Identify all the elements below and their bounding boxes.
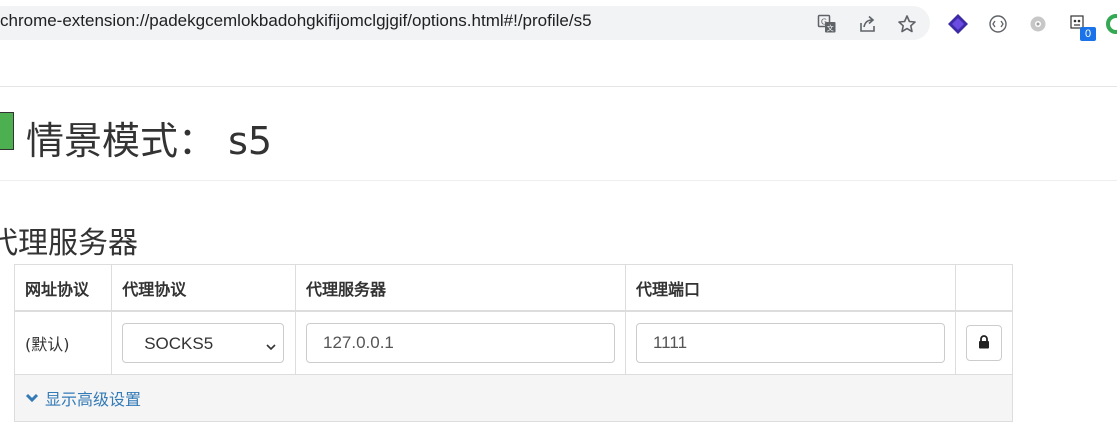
proxy-server-input[interactable]	[305, 323, 615, 363]
table-header-row: 网址协议 代理协议 代理服务器 代理端口	[13, 264, 1014, 312]
auth-lock-button[interactable]	[965, 325, 1002, 361]
protocol-select[interactable]: SOCKS5	[122, 323, 285, 363]
column-header-protocol: 代理协议	[111, 264, 296, 312]
protocol-select-value: SOCKS5	[144, 334, 214, 353]
extension-gear-icon[interactable]	[1026, 12, 1050, 36]
proxy-table: 网址协议 代理协议 代理服务器 代理端口 (默认) SOCKS5 127.0.0…	[13, 264, 1014, 422]
extension-circle-icon[interactable]	[986, 12, 1010, 36]
actions-cell	[954, 310, 1014, 375]
extension-green-icon[interactable]	[1104, 12, 1117, 36]
chevron-down-icon	[265, 338, 277, 357]
translate-icon[interactable]: G文	[815, 12, 839, 36]
page-title: 情景模式： s5	[26, 119, 273, 163]
lock-icon	[978, 334, 990, 353]
browser-toolbar: chrome-extension://padekgcemlokbadohgkif…	[0, 0, 1117, 48]
protocol-cell: SOCKS5	[111, 310, 296, 375]
share-icon[interactable]	[856, 12, 880, 36]
show-advanced-settings-link[interactable]: 显示高级设置	[25, 386, 141, 410]
advanced-settings-row: 显示高级设置	[14, 374, 1013, 422]
advanced-settings-cell: 显示高级设置	[14, 374, 1013, 422]
proxy-section-title: 代理服务器	[0, 226, 138, 261]
profile-color-swatch[interactable]	[0, 112, 14, 150]
proxy-port-input[interactable]	[635, 323, 945, 363]
chevron-down-icon	[25, 389, 39, 408]
column-header-server: 代理服务器	[294, 264, 626, 312]
svg-text:文: 文	[827, 24, 834, 33]
scheme-cell: (默认)	[13, 310, 113, 375]
column-header-port: 代理端口	[624, 264, 956, 312]
address-url[interactable]: chrome-extension://padekgcemlokbadohgkif…	[0, 11, 592, 31]
extension-purple-icon[interactable]	[946, 12, 970, 36]
column-header-actions	[954, 264, 1014, 312]
bookmark-star-icon[interactable]	[895, 12, 919, 36]
extension-badge: 0	[1080, 27, 1096, 41]
column-header-scheme: 网址协议	[13, 264, 113, 312]
table-row: (默认) SOCKS5	[13, 310, 1014, 375]
port-cell	[624, 310, 956, 375]
advanced-settings-label: 显示高级设置	[45, 390, 142, 409]
section-divider	[0, 180, 1117, 181]
header-divider	[0, 86, 1117, 87]
server-cell	[294, 310, 626, 375]
